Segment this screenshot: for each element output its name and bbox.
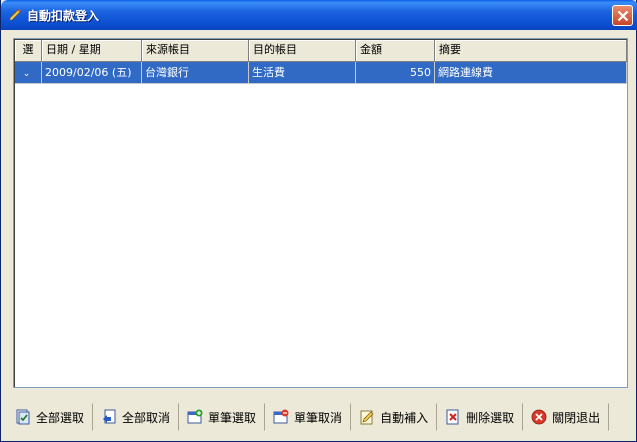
auto-debit-window: 自動扣款登入 選 日期 / 星期 來源帳目 目的帳目 金額 摘要 ⌄ 2009/… [0,0,637,442]
select-one-label: 單筆選取 [208,410,257,425]
row-date-cell: 2009/02/06 (五) [42,62,142,84]
select-all-label: 全部選取 [36,410,85,425]
debit-table[interactable]: 選 日期 / 星期 來源帳目 目的帳目 金額 摘要 ⌄ 2009/02/06 (… [13,38,628,388]
delete-selected-button[interactable]: 刪除選取 [439,403,524,431]
close-icon [617,10,629,22]
auto-fill-label: 自動補入 [380,410,429,425]
pencil-icon [9,9,21,21]
cancel-one-button[interactable]: 單筆取消 [267,403,352,431]
column-header-date[interactable]: 日期 / 星期 [42,40,142,62]
auto-fill-button[interactable]: 自動補入 [353,403,438,431]
table-header: 選 日期 / 星期 來源帳目 目的帳目 金額 摘要 [15,40,627,62]
row-memo-cell: 網路連線費 [435,62,627,84]
cancel-one-label: 單筆取消 [294,410,343,425]
action-toolbar: 全部選取 全部取消 單筆選取 單筆取消 自動補入 刪除選取 關閉退出 [9,403,610,431]
exit-icon [531,409,547,425]
close-button[interactable] [612,5,633,26]
close-exit-button[interactable]: 關閉退出 [525,403,610,431]
row-amount-cell: 550 [356,62,435,84]
cancel-all-button[interactable]: 全部取消 [95,403,180,431]
select-one-button[interactable]: 單筆選取 [181,403,266,431]
column-header-select[interactable]: 選 [15,40,42,62]
column-header-memo[interactable]: 摘要 [435,40,627,62]
column-header-target[interactable]: 目的帳目 [249,40,356,62]
cancel-all-label: 全部取消 [122,410,171,425]
column-header-amount[interactable]: 金額 [356,40,435,62]
title-bar[interactable]: 自動扣款登入 [1,0,637,30]
table-row[interactable]: ⌄ 2009/02/06 (五) 台灣銀行 生活費 550 網路連線費 [15,62,627,84]
cancel-all-icon [103,409,116,424]
delete-icon [446,409,459,425]
add-item-icon [187,409,203,424]
column-header-source[interactable]: 來源帳目 [142,40,249,62]
edit-document-icon [360,410,374,425]
remove-item-icon [273,409,289,424]
row-target-cell: 生活費 [249,62,356,84]
window-title: 自動扣款登入 [27,9,100,23]
select-all-button[interactable]: 全部選取 [9,403,94,431]
close-exit-label: 關閉退出 [552,410,601,425]
chevron-down-icon: ⌄ [22,69,31,79]
row-source-cell: 台灣銀行 [142,62,249,84]
select-all-icon [16,409,30,425]
row-select-cell[interactable]: ⌄ [15,62,42,84]
delete-selected-label: 刪除選取 [466,410,515,425]
